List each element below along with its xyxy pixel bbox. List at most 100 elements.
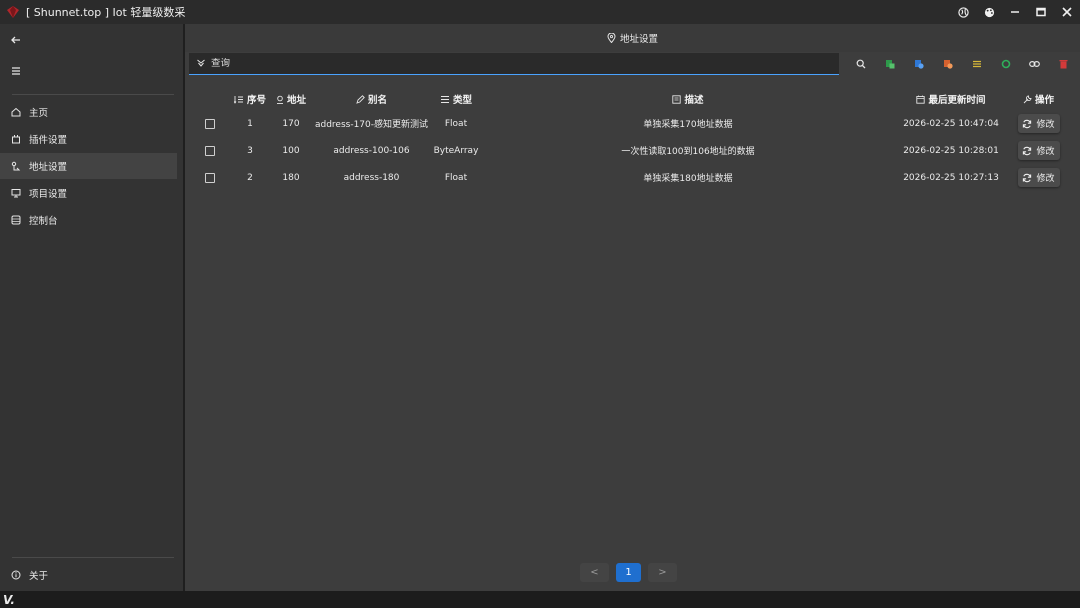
table-row[interactable]: 2 180 address-180 Float 单独采集180地址数据 2026…: [189, 164, 1069, 191]
sidebar-divider: [12, 94, 174, 95]
sidebar-item-plugins[interactable]: 插件设置: [0, 126, 177, 152]
export-excel-button[interactable]: [875, 54, 904, 74]
cell-desc: 单独采集170地址数据: [643, 120, 733, 130]
cell-seq: 1: [247, 118, 253, 129]
maximize-icon: [1036, 7, 1046, 17]
bottom-strip: [0, 591, 1080, 608]
cell-action: 修改: [1008, 141, 1069, 160]
sidebar-item-console[interactable]: 控制台: [0, 207, 177, 233]
cell-alias: address-180: [343, 172, 400, 183]
home-icon: [11, 107, 21, 117]
sidebar-item-label: 地址设置: [29, 162, 68, 173]
console-icon: [11, 215, 21, 225]
toolbar: [846, 54, 1078, 74]
pen-icon: [356, 94, 365, 104]
cell-time: 2026-02-25 10:27:13: [903, 172, 999, 183]
search-bar[interactable]: [189, 53, 839, 75]
sidebar-item-label: 项目设置: [29, 189, 68, 200]
column-header-alias[interactable]: 别名: [313, 92, 430, 106]
wrench-icon: [1023, 95, 1032, 104]
sidebar: 主页 插件设置 地址设置 项目设置 控制台 关于: [0, 24, 183, 591]
column-header-time[interactable]: 最后更新时间: [894, 92, 1008, 106]
main-panel: 地址设置 查询 序号 地址 别名 类型 描述 最后更新时间 操作 1 170 a…: [185, 24, 1080, 591]
row-select-cell: [189, 145, 231, 156]
excel-green-icon: [885, 60, 894, 69]
filter-icon: [197, 59, 205, 67]
edit-button[interactable]: 修改: [1017, 114, 1060, 133]
column-header-label: 最后更新时间: [928, 95, 986, 106]
cell-type: Float: [444, 172, 468, 183]
location-pin-icon: [607, 33, 616, 43]
app-logo-icon: [7, 6, 19, 18]
column-header-label: 别名: [367, 95, 387, 106]
column-header-address[interactable]: 地址: [269, 92, 313, 106]
page-1-button[interactable]: 1: [616, 563, 641, 582]
column-header-label: 序号: [246, 95, 266, 106]
cell-action: 修改: [1008, 114, 1069, 133]
column-header-seq[interactable]: 序号: [231, 92, 269, 106]
link-icon: [1029, 60, 1040, 68]
minimize-button[interactable]: [1002, 0, 1028, 24]
list-button[interactable]: [962, 54, 991, 74]
column-header-type[interactable]: 类型: [430, 92, 482, 106]
search-button[interactable]: [846, 54, 875, 74]
cell-type: ByteArray: [433, 145, 479, 156]
cell-seq: 3: [247, 145, 253, 156]
search-input[interactable]: [205, 58, 839, 69]
edit-button[interactable]: 修改: [1017, 168, 1060, 187]
document-icon: [672, 94, 682, 104]
edit-button[interactable]: 修改: [1017, 141, 1060, 160]
globe-icon: [957, 6, 969, 18]
calendar-icon: [916, 95, 926, 104]
close-icon: [1062, 7, 1072, 17]
back-button[interactable]: [9, 33, 23, 47]
cell-type: Float: [444, 118, 468, 129]
refresh-icon: [1023, 119, 1032, 128]
address-table: 序号 地址 别名 类型 描述 最后更新时间 操作 1 170 address-1…: [189, 88, 1069, 191]
hamburger-icon: [12, 67, 20, 75]
address-icon: [11, 161, 21, 171]
info-icon: [11, 570, 21, 580]
link-button[interactable]: [1020, 54, 1049, 74]
sidebar-item-home[interactable]: 主页: [0, 99, 177, 125]
menu-toggle-button[interactable]: [9, 64, 23, 78]
location-icon: [276, 95, 284, 104]
row-checkbox[interactable]: [205, 118, 215, 129]
list-yellow-icon: [972, 60, 981, 68]
row-checkbox[interactable]: [205, 145, 215, 156]
prev-page-button[interactable]: <: [580, 563, 609, 582]
cell-alias: address-170-感知更新测试: [314, 120, 429, 130]
cell-address: 170: [282, 118, 300, 129]
sidebar-item-project[interactable]: 项目设置: [0, 180, 177, 206]
table-row[interactable]: 1 170 address-170-感知更新测试 Float 单独采集170地址…: [189, 110, 1069, 137]
column-header-action: 操作: [1008, 92, 1069, 106]
refresh-button[interactable]: [991, 54, 1020, 74]
import-blue-icon: [914, 60, 924, 69]
sidebar-item-address[interactable]: 地址设置: [0, 153, 177, 179]
title-bar: [ Shunnet.top ] Iot 轻量级数采: [0, 0, 1080, 24]
cell-address: 100: [282, 145, 300, 156]
table-header: 序号 地址 别名 类型 描述 最后更新时间 操作: [189, 88, 1069, 110]
next-page-button[interactable]: >: [648, 563, 677, 582]
globe-button[interactable]: [950, 0, 976, 24]
delete-button[interactable]: [1049, 54, 1078, 74]
theme-button[interactable]: [976, 0, 1002, 24]
minimize-icon: [1011, 11, 1019, 13]
export-button[interactable]: [933, 54, 962, 74]
import-button[interactable]: [904, 54, 933, 74]
sidebar-item-about[interactable]: 关于: [0, 562, 183, 588]
palette-icon: [984, 7, 994, 17]
edit-button-label: 修改: [1036, 147, 1055, 157]
table-row[interactable]: 3 100 address-100-106 ByteArray 一次性读取100…: [189, 137, 1069, 164]
maximize-button[interactable]: [1028, 0, 1054, 24]
delete-red-icon: [1059, 60, 1068, 69]
search-icon: [856, 59, 865, 69]
plugin-icon: [11, 134, 21, 144]
close-button[interactable]: [1054, 0, 1080, 24]
column-header-label: 类型: [452, 95, 472, 106]
row-checkbox[interactable]: [205, 172, 215, 183]
cell-desc: 单独采集180地址数据: [643, 174, 733, 184]
column-header-desc[interactable]: 描述: [482, 92, 894, 106]
column-header-label: 操作: [1034, 95, 1054, 106]
page-title: 地址设置: [619, 34, 658, 45]
